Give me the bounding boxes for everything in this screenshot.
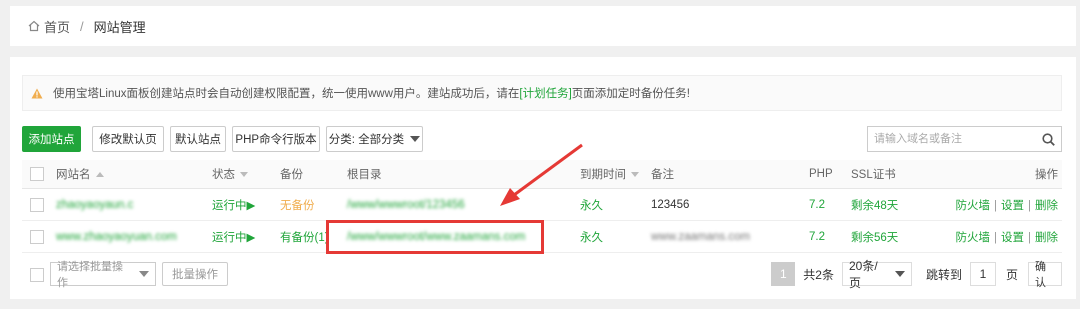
notice-text-before: 使用宝塔Linux面板创建站点时会自动创建权限配置，统一使用www用户。建站成功… xyxy=(53,88,520,100)
site-name-link[interactable]: www.zhaoyaoyuan.com xyxy=(56,231,177,243)
note-value[interactable]: www.zaamans.com xyxy=(651,231,750,243)
table-header-row: 网站名 状态 备份 根目录 到期时间 备注 PHP SSL证书 操作 xyxy=(22,160,1062,189)
table-row: zhaoyaoyaun.c 运行中▶ 无备份 /www/wwwroot/1234… xyxy=(22,188,1062,221)
category-label: 分类: 全部分类 xyxy=(328,134,405,146)
pagination: 1 共2条 20条/页 跳转到 1 页 确认 xyxy=(771,259,1062,290)
batch-action-placeholder: 请选择批量操作 xyxy=(57,261,123,289)
per-page-select[interactable]: 20条/页 xyxy=(841,259,912,290)
breadcrumb-home-link[interactable]: 首页 xyxy=(28,17,70,36)
php-cli-version-button[interactable]: PHP命令行版本 xyxy=(232,126,320,152)
batch-action-select[interactable]: 请选择批量操作 xyxy=(50,261,156,289)
row-checkbox[interactable] xyxy=(30,197,44,212)
php-version[interactable]: 7.2 xyxy=(801,220,843,253)
col-site-name-label: 网站名 xyxy=(56,169,91,181)
col-expiry[interactable]: 到期时间 xyxy=(572,160,643,189)
confirm-button[interactable]: 确认 xyxy=(1028,261,1062,289)
edit-default-page-button[interactable]: 修改默认页 xyxy=(92,126,164,152)
toolbar: 添加站点 修改默认页 默认站点 PHP命令行版本 分类: 全部分类 xyxy=(22,126,1062,152)
note-value[interactable]: 123456 xyxy=(643,188,801,221)
sort-asc-icon xyxy=(95,172,104,178)
jump-label: 跳转到 xyxy=(925,267,962,282)
col-backup: 备份 xyxy=(272,160,339,189)
highlight-box xyxy=(326,220,544,254)
expiry-value[interactable]: 永久 xyxy=(572,188,643,221)
search-input[interactable] xyxy=(868,132,1035,146)
chevron-down-icon xyxy=(139,271,149,277)
default-site-button[interactable]: 默认站点 xyxy=(170,126,226,152)
col-note: 备注 xyxy=(643,160,801,189)
select-all-cell xyxy=(22,160,48,189)
home-icon xyxy=(28,20,40,32)
expiry-value[interactable]: 永久 xyxy=(572,220,643,253)
category-dropdown[interactable]: 分类: 全部分类 xyxy=(326,126,423,152)
col-site-name[interactable]: 网站名 xyxy=(48,160,204,189)
breadcrumb-home-label: 首页 xyxy=(44,19,71,35)
sort-desc-icon xyxy=(631,172,639,178)
col-ops: 操作 xyxy=(939,160,1062,189)
page-current[interactable]: 1 xyxy=(771,262,796,286)
page-unit: 页 xyxy=(1005,267,1018,282)
notice-text-after: 页面添加定时备份任务! xyxy=(571,88,690,100)
col-php: PHP xyxy=(801,160,843,189)
delete-link[interactable]: 删除 xyxy=(1035,232,1058,244)
delete-link[interactable]: 删除 xyxy=(1035,200,1058,212)
ssl-remaining[interactable]: 剩余48天 xyxy=(843,188,939,221)
footer-select-all-checkbox[interactable] xyxy=(30,268,44,282)
col-root: 根目录 xyxy=(339,160,572,189)
row-checkbox[interactable] xyxy=(30,229,44,244)
chevron-down-icon xyxy=(894,271,905,277)
chevron-down-icon xyxy=(410,136,421,142)
firewall-link[interactable]: 防火墙 xyxy=(956,200,991,212)
notice-bar: 使用宝塔Linux面板创建站点时会自动创建权限配置，统一使用www用户。建站成功… xyxy=(22,75,1062,111)
settings-link[interactable]: 设置 xyxy=(1001,200,1024,212)
col-ssl: SSL证书 xyxy=(843,160,939,189)
col-expiry-label: 到期时间 xyxy=(580,169,626,181)
status-running[interactable]: 运行中▶ xyxy=(204,220,272,253)
site-management-panel: 使用宝塔Linux面板创建站点时会自动创建权限配置，统一使用www用户。建站成功… xyxy=(10,57,1076,299)
breadcrumb: 首页 / 网站管理 xyxy=(10,6,1076,46)
sort-desc-icon xyxy=(240,172,248,178)
per-page-value: 20条/页 xyxy=(848,259,878,290)
cron-task-link[interactable]: [计划任务] xyxy=(519,85,571,101)
status-running[interactable]: 运行中▶ xyxy=(204,188,272,221)
backup-status[interactable]: 无备份 xyxy=(272,188,339,221)
breadcrumb-separator: / xyxy=(80,18,84,34)
firewall-link[interactable]: 防火墙 xyxy=(956,232,991,244)
root-path-link[interactable]: /www/wwwroot/123456 xyxy=(347,199,465,211)
jump-page-input[interactable]: 1 xyxy=(969,262,996,286)
add-site-button[interactable]: 添加站点 xyxy=(22,126,81,152)
site-name-link[interactable]: zhaoyaoyaun.c xyxy=(56,199,133,211)
breadcrumb-current: 网站管理 xyxy=(93,19,146,35)
search-box xyxy=(867,126,1062,152)
ssl-remaining[interactable]: 剩余56天 xyxy=(843,220,939,253)
row-actions: 防火墙 | 设置 | 删除 xyxy=(939,188,1062,221)
warning-icon xyxy=(31,88,43,98)
table-footer: 请选择批量操作 批量操作 1 共2条 20条/页 跳转到 1 页 确认 xyxy=(22,259,1062,290)
php-version[interactable]: 7.2 xyxy=(801,188,843,221)
search-icon[interactable] xyxy=(1035,132,1061,146)
col-status-label: 状态 xyxy=(212,169,235,181)
batch-action-button[interactable]: 批量操作 xyxy=(162,262,228,286)
total-count: 共2条 xyxy=(803,267,834,282)
col-status[interactable]: 状态 xyxy=(204,160,272,189)
select-all-checkbox[interactable] xyxy=(30,167,44,181)
settings-link[interactable]: 设置 xyxy=(1001,232,1024,244)
row-actions: 防火墙 | 设置 | 删除 xyxy=(939,220,1062,253)
